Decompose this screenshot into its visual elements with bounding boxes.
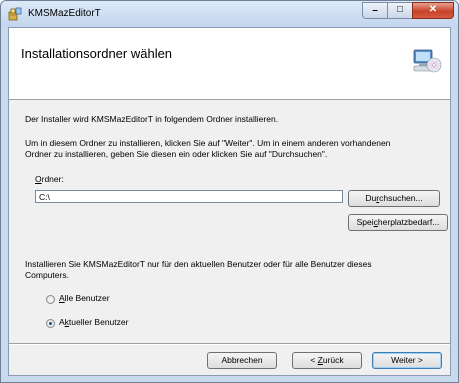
instructions-line-2: Ordner zu installieren, geben Sie diesen… bbox=[25, 149, 328, 159]
page-title: Installationsordner wählen bbox=[21, 46, 173, 61]
install-scope-question-line-1: Installieren Sie KMSMazEditorT nur für d… bbox=[25, 259, 372, 269]
next-button[interactable]: Weiter > bbox=[372, 352, 442, 369]
maximize-button[interactable]: □ bbox=[387, 2, 413, 19]
intro-text: Der Installer wird KMSMazEditorT in folg… bbox=[25, 114, 279, 124]
close-button[interactable]: ✕ bbox=[412, 2, 454, 19]
installer-app-icon bbox=[8, 7, 22, 21]
title-bar[interactable]: KMSMazEditorT – □ ✕ bbox=[1, 1, 458, 27]
folder-path-input[interactable] bbox=[35, 190, 343, 203]
close-icon: ✕ bbox=[428, 4, 438, 15]
instructions-line-1: Um in diesem Ordner zu installieren, kli… bbox=[25, 138, 391, 148]
minimize-icon: – bbox=[372, 5, 378, 16]
dialog-client-area: Installationsordner wählen Der Installer… bbox=[8, 27, 451, 376]
back-button[interactable]: < Zurück bbox=[292, 352, 362, 369]
all-users-label[interactable]: Alle Benutzer bbox=[59, 293, 110, 303]
all-users-radio[interactable] bbox=[46, 295, 55, 304]
window-title: KMSMazEditorT bbox=[28, 8, 101, 19]
install-scope-question-line-2: Computers. bbox=[25, 270, 69, 280]
header-banner: Installationsordner wählen bbox=[9, 28, 450, 100]
folder-label: Ordner: bbox=[35, 174, 64, 184]
current-user-label[interactable]: Aktueller Benutzer bbox=[59, 317, 128, 327]
cancel-button[interactable]: Abbrechen bbox=[207, 352, 277, 369]
computer-cd-icon bbox=[413, 49, 442, 73]
browse-button[interactable]: Durchsuchen... bbox=[348, 190, 440, 207]
minimize-button[interactable]: – bbox=[362, 2, 388, 19]
disk-cost-button[interactable]: Speicherplatzbedarf... bbox=[348, 214, 448, 231]
footer-separator bbox=[9, 343, 450, 345]
installer-window: KMSMazEditorT – □ ✕ Installationsordner … bbox=[0, 0, 459, 383]
maximize-icon: □ bbox=[396, 4, 404, 15]
current-user-radio[interactable] bbox=[46, 319, 55, 328]
